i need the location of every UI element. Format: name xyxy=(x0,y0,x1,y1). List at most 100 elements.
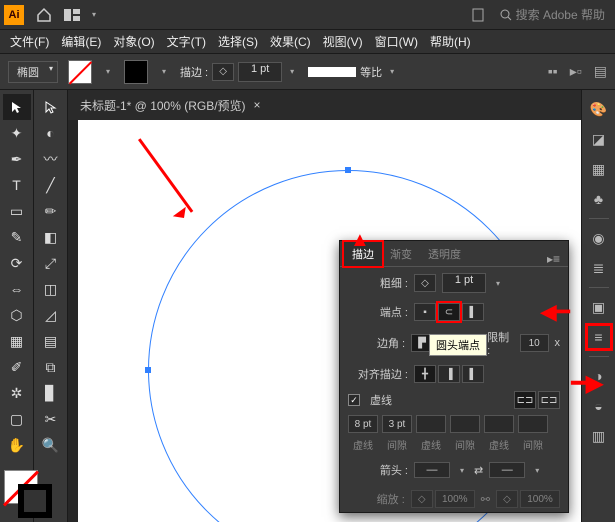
appearance-panel-icon[interactable]: ▣ xyxy=(588,296,610,318)
brushes-panel-icon[interactable]: ▦ xyxy=(588,158,610,180)
cap-projecting[interactable]: ▌ xyxy=(462,303,484,321)
color-panel-icon[interactable]: 🎨 xyxy=(588,98,610,120)
stroke-weight-dropdown[interactable]: ▾ xyxy=(286,60,298,84)
shape-builder-tool[interactable]: ⬡ xyxy=(3,302,31,328)
arrowhead-start[interactable]: — xyxy=(414,462,450,478)
anchor-left[interactable] xyxy=(145,367,151,373)
menu-file[interactable]: 文件(F) xyxy=(4,33,55,50)
zoom-tool[interactable]: 🔍 xyxy=(37,432,65,458)
anchor-top[interactable] xyxy=(345,167,351,173)
line-tool[interactable]: ╱ xyxy=(37,172,65,198)
search-box[interactable]: 搜索 Adobe 帮助 xyxy=(494,4,611,25)
artboards-panel-icon[interactable]: ▥ xyxy=(588,425,610,447)
dash-preserve-exact[interactable]: ⊏⊐ xyxy=(514,391,536,409)
arrange-dropdown[interactable]: ▾ xyxy=(88,3,100,27)
opt-menu-icon[interactable]: ▤ xyxy=(594,63,607,80)
artboard-tool[interactable]: ▢ xyxy=(3,406,31,432)
tab-close[interactable]: × xyxy=(254,98,261,112)
fill-swatch[interactable] xyxy=(68,60,92,84)
panel-menu-icon[interactable]: ≡ xyxy=(588,326,610,348)
gap-3[interactable] xyxy=(518,415,548,433)
arrowhead-end[interactable]: — xyxy=(489,462,525,478)
dash-align-corners[interactable]: ⊏⊐ xyxy=(538,391,560,409)
arrowhead-start-dropdown[interactable]: ▾ xyxy=(456,458,468,482)
weight-dropdown[interactable]: ▾ xyxy=(492,271,504,295)
weight-input[interactable]: 1 pt xyxy=(442,273,486,293)
panel-flyout-menu[interactable]: ▸≡ xyxy=(543,252,564,266)
opt-transform-icon[interactable]: ▸▫ xyxy=(570,63,582,80)
limit-input[interactable]: 10 xyxy=(520,334,549,352)
doc-icon[interactable] xyxy=(466,3,490,27)
stroke-dropdown[interactable]: ▾ xyxy=(158,60,170,84)
swap-arrowheads-icon[interactable]: ⇄ xyxy=(474,464,483,477)
selection-tool[interactable] xyxy=(3,94,31,120)
menu-object[interactable]: 对象(O) xyxy=(107,33,160,50)
stroke-profile-preview[interactable] xyxy=(308,67,356,77)
panel-tab-opacity[interactable]: 透明度 xyxy=(420,242,469,266)
document-tab[interactable]: 未标题-1* @ 100% (RGB/预览) × xyxy=(68,90,273,120)
rotate-tool[interactable]: ⟳ xyxy=(3,250,31,276)
rectangle-tool[interactable]: ▭ xyxy=(3,198,31,224)
profile-dropdown[interactable]: ▾ xyxy=(386,60,398,84)
scale-tool[interactable]: ⤢ xyxy=(37,250,65,276)
menu-effect[interactable]: 效果(C) xyxy=(264,33,317,50)
dash-checkbox[interactable]: ✓ xyxy=(348,394,360,406)
eraser-tool[interactable]: ◧ xyxy=(37,224,65,250)
align-center[interactable]: ╋ xyxy=(414,365,436,383)
curvature-tool[interactable]: 〰 xyxy=(37,146,65,172)
weight-stepper[interactable]: ◇ xyxy=(414,274,436,292)
direct-selection-tool[interactable] xyxy=(37,94,65,120)
perspective-tool[interactable]: ◿ xyxy=(37,302,65,328)
slice-tool[interactable]: ✂ xyxy=(37,406,65,432)
cap-butt[interactable]: ▪ xyxy=(414,303,436,321)
menu-help[interactable]: 帮助(H) xyxy=(424,33,477,50)
magic-wand-tool[interactable]: ✦ xyxy=(3,120,31,146)
hand-tool[interactable]: ✋ xyxy=(3,432,31,458)
stroke-weight-stepper[interactable]: ◇ xyxy=(212,63,234,81)
stroke-indicator[interactable] xyxy=(18,484,52,518)
menu-window[interactable]: 窗口(W) xyxy=(369,33,424,50)
gradient-tool[interactable]: ▤ xyxy=(37,328,65,354)
stroke-swatch[interactable] xyxy=(124,60,148,84)
lasso-tool[interactable]: ◐ xyxy=(37,120,65,146)
gradient-panel-icon[interactable]: ≣ xyxy=(588,257,610,279)
stroke-weight-input[interactable]: 1 pt xyxy=(238,62,282,82)
asset-panel-icon[interactable]: ◒ xyxy=(588,395,610,417)
stroke-panel-icon[interactable]: ◉ xyxy=(588,227,610,249)
menu-view[interactable]: 视图(V) xyxy=(317,33,369,50)
align-inside[interactable]: ▐ xyxy=(438,365,460,383)
gap-2[interactable] xyxy=(450,415,480,433)
pencil-tool[interactable]: ✏ xyxy=(37,198,65,224)
free-transform-tool[interactable]: ◫ xyxy=(37,276,65,302)
symbol-sprayer-tool[interactable]: ✲ xyxy=(3,380,31,406)
cap-round[interactable]: ⊂ xyxy=(438,303,460,321)
fill-dropdown[interactable]: ▾ xyxy=(102,60,114,84)
swatches-panel-icon[interactable]: ◪ xyxy=(588,128,610,150)
paintbrush-tool[interactable]: ✎ xyxy=(3,224,31,250)
tab-title: 未标题-1* @ 100% (RGB/预览) xyxy=(80,97,246,114)
gap-1[interactable]: 3 pt xyxy=(382,415,412,433)
blend-tool[interactable]: ⧉ xyxy=(37,354,65,380)
current-tool-label[interactable]: 椭圆 xyxy=(8,61,58,83)
fill-stroke-indicator[interactable] xyxy=(4,470,52,518)
opt-align-icon[interactable]: ▪▪ xyxy=(548,63,558,80)
symbols-panel-icon[interactable]: ♣ xyxy=(588,188,610,210)
mesh-tool[interactable]: ▦ xyxy=(3,328,31,354)
dash-1[interactable]: 8 pt xyxy=(348,415,378,433)
menu-edit[interactable]: 编辑(E) xyxy=(55,33,107,50)
type-tool[interactable]: T xyxy=(3,172,31,198)
menu-select[interactable]: 选择(S) xyxy=(212,33,264,50)
dash-3[interactable] xyxy=(484,415,514,433)
dash-2[interactable] xyxy=(416,415,446,433)
eyedropper-tool[interactable]: ✐ xyxy=(3,354,31,380)
arrange-icon[interactable] xyxy=(60,3,84,27)
menu-type[interactable]: 文字(T) xyxy=(161,33,212,50)
width-tool[interactable]: ⇔ xyxy=(3,276,31,302)
arrowhead-end-dropdown[interactable]: ▾ xyxy=(531,458,543,482)
home-icon[interactable] xyxy=(32,3,56,27)
scale-start-stepper: ◇ xyxy=(411,490,433,508)
pen-tool[interactable]: ✒ xyxy=(3,146,31,172)
panel-tab-gradient[interactable]: 渐变 xyxy=(382,242,420,266)
align-outside[interactable]: ▌ xyxy=(462,365,484,383)
column-graph-tool[interactable]: ▊ xyxy=(37,380,65,406)
